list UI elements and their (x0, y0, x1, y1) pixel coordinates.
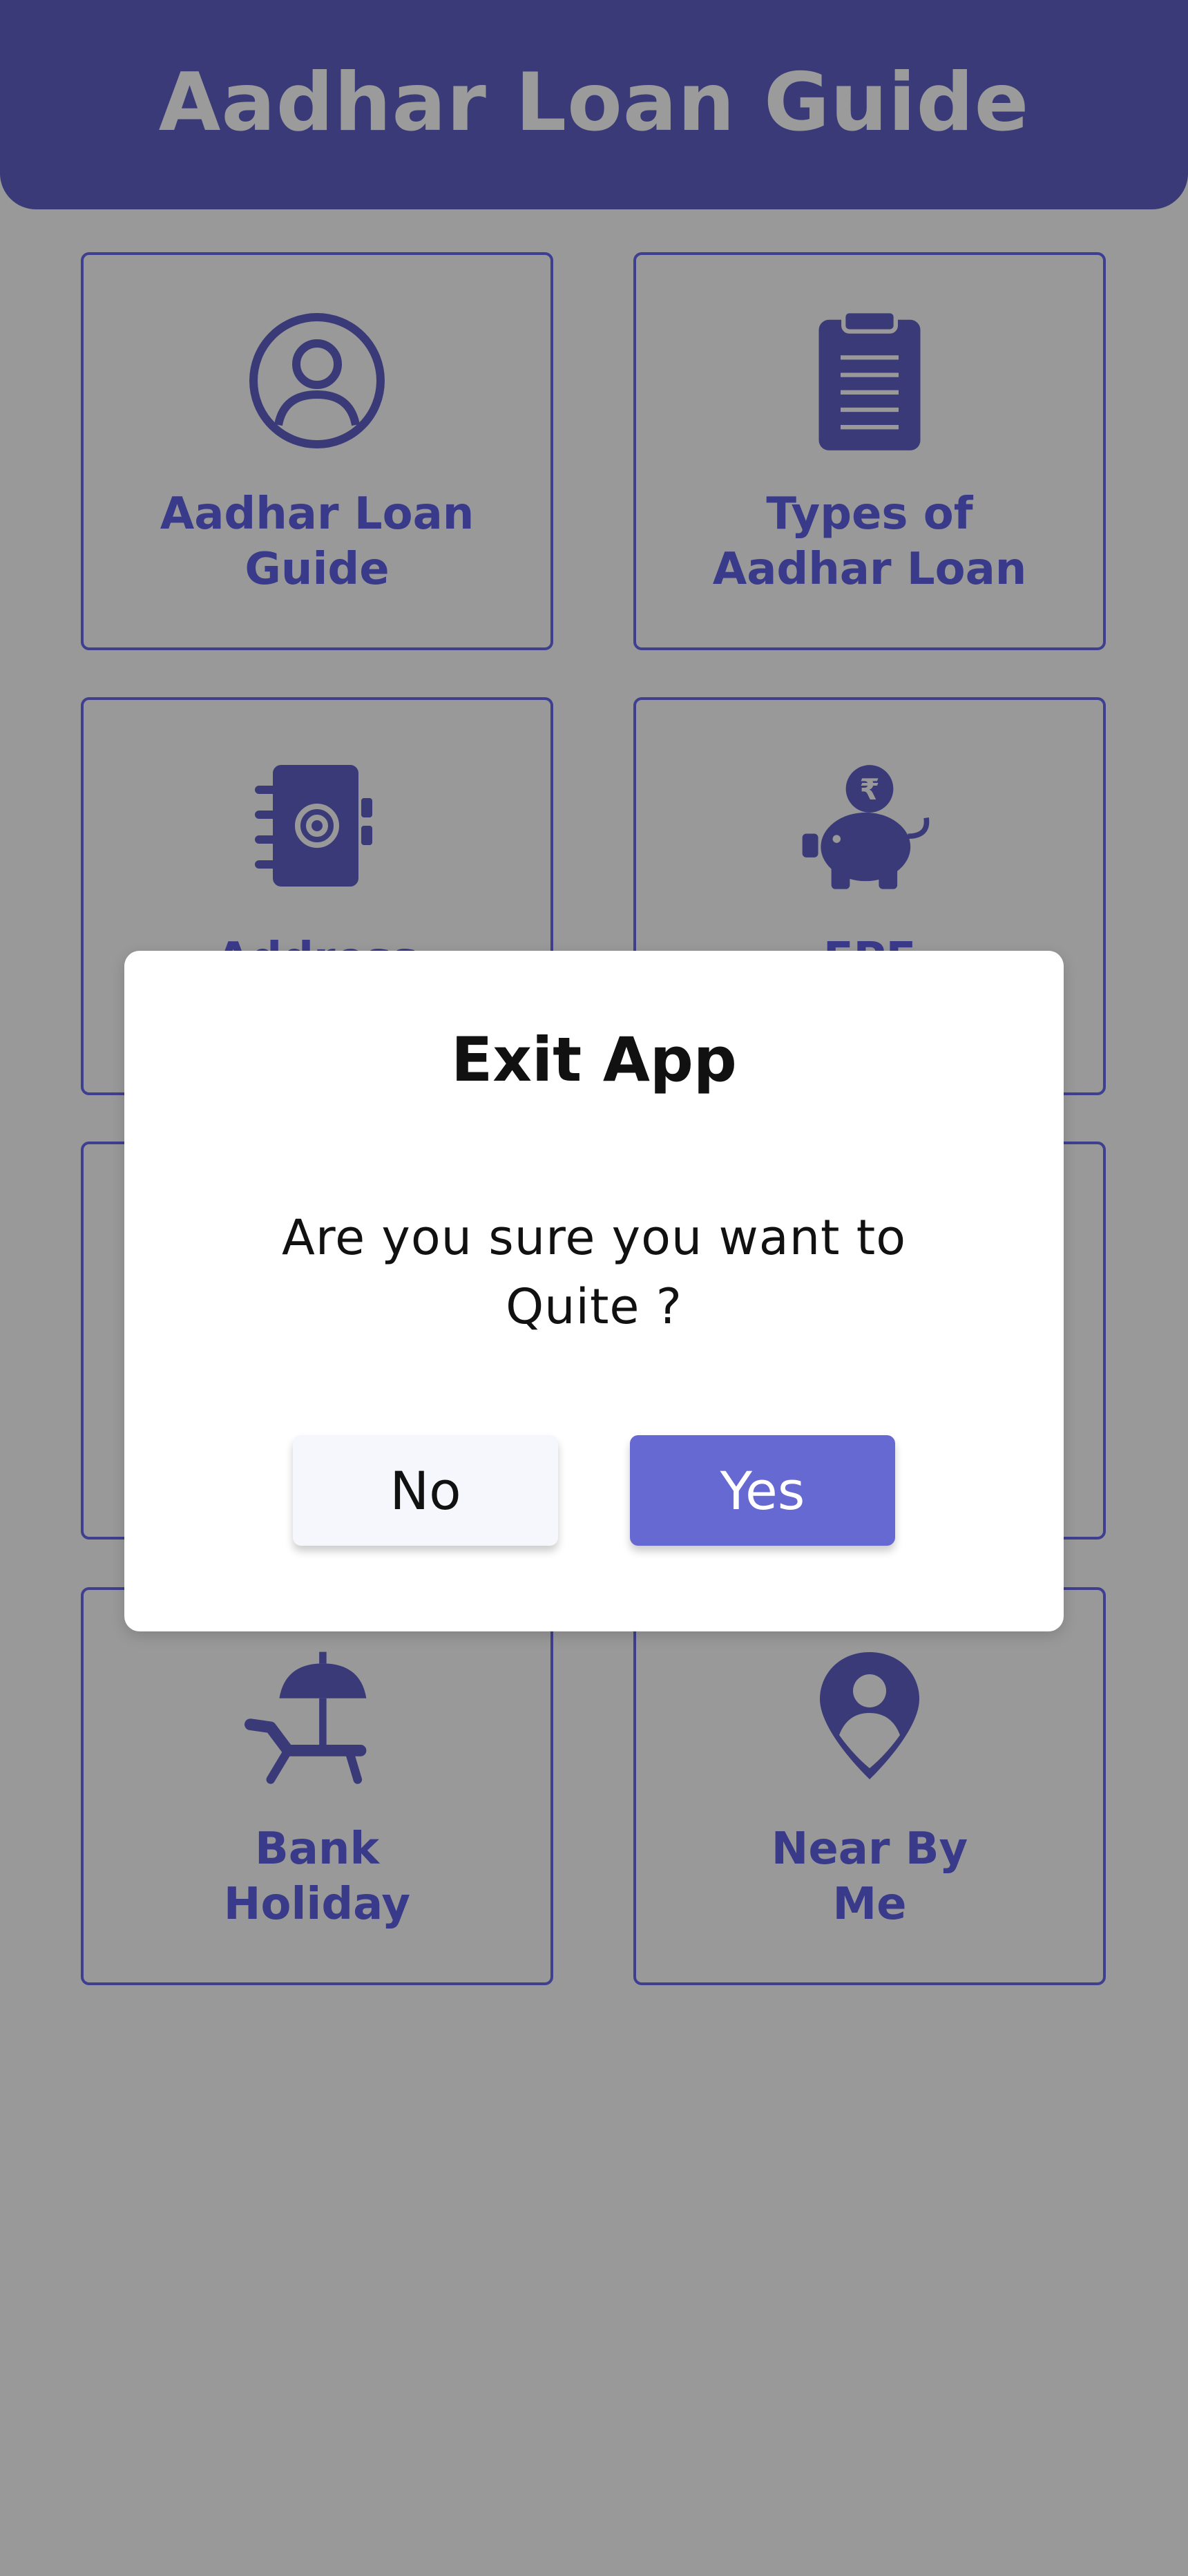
card-label: Bank Holiday (223, 1824, 411, 1930)
page-title: Aadhar Loan Guide (158, 56, 1030, 149)
piggy-bank-icon: ₹ (794, 750, 946, 902)
location-pin-icon (794, 1640, 946, 1792)
svg-text:₹: ₹ (859, 773, 879, 806)
exit-dialog: Exit App Are you sure you want to Quite … (124, 951, 1064, 1631)
address-book-icon (241, 750, 393, 902)
card-aadhar-loan-guide[interactable]: Aadhar Loan Guide (81, 252, 553, 650)
user-circle-icon (241, 305, 393, 457)
card-bank-holiday[interactable]: Bank Holiday (81, 1587, 553, 1985)
dialog-message: Are you sure you want to Quite ? (281, 1209, 907, 1335)
no-button[interactable]: No (293, 1435, 558, 1546)
card-label: Near By Me (771, 1824, 968, 1930)
card-near-by-me[interactable]: Near By Me (633, 1587, 1106, 1985)
dialog-title: Exit App (451, 1024, 737, 1095)
yes-button[interactable]: Yes (630, 1435, 895, 1546)
beach-chair-icon (241, 1640, 393, 1792)
app-header: Aadhar Loan Guide (0, 0, 1188, 209)
clipboard-icon (794, 305, 946, 457)
card-label: Aadhar Loan Guide (160, 489, 475, 595)
card-types-of-aadhar-loan[interactable]: Types of Aadhar Loan (633, 252, 1106, 650)
card-label: Types of Aadhar Loan (712, 489, 1027, 595)
